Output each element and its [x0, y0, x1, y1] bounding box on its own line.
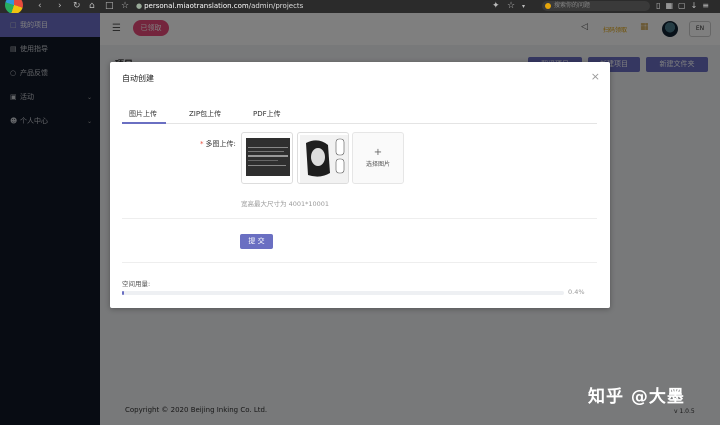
storage-progress-fill [122, 291, 124, 295]
tab-pdf-upload[interactable]: PDF上传 [253, 109, 281, 119]
multi-image-label: * 多图上传: [200, 140, 236, 148]
size-hint: 宽高最大尺寸为 4001*10001 [241, 200, 330, 208]
lock-icon: ● [136, 2, 143, 10]
submit-button[interactable]: 提 交 [240, 234, 273, 249]
upload-tabs: 图片上传 ZIP包上传 PDF上传 [122, 106, 597, 124]
plus-icon: + [373, 147, 383, 158]
dialog-title: 自动创建 [122, 74, 154, 83]
forward-icon[interactable]: › [58, 1, 62, 11]
browser-search-input[interactable]: 搜索你的问题 [542, 1, 650, 11]
home-icon[interactable]: ⌂ [89, 1, 95, 11]
extension-icon[interactable]: ✦ [492, 1, 500, 11]
address-bar[interactable]: ● personal.miaotranslation.com/admin/proj… [136, 1, 520, 11]
reload-icon[interactable]: ↻ [73, 1, 81, 11]
storage-progress-bar [122, 291, 564, 295]
uploaded-image-thumbnail[interactable] [297, 132, 349, 184]
active-tab-indicator [122, 122, 166, 124]
close-icon[interactable]: × [591, 70, 600, 83]
dropdown-icon[interactable]: ▾ [522, 3, 525, 10]
url-path: /admin/projects [248, 2, 304, 10]
watermark-text: 知乎 @大墨 [588, 387, 685, 407]
favorite-star-icon[interactable]: ☆ [507, 1, 515, 11]
url-host: personal.miaotranslation.com [144, 2, 249, 10]
reader-icon[interactable]: □ [105, 1, 114, 11]
storage-usage-label: 空间用量: [122, 280, 151, 288]
back-icon[interactable]: ‹ [38, 1, 42, 11]
auto-create-dialog: 自动创建 × 图片上传 ZIP包上传 PDF上传 * 多图上传: + 选择图片 宽… [110, 62, 610, 308]
tab-zip-upload[interactable]: ZIP包上传 [189, 109, 221, 119]
browser-toolbar: ‹ › ↻ ⌂ □ ☆ ● personal.miaotranslation.co… [0, 0, 720, 14]
uploaded-image-thumbnail[interactable] [241, 132, 293, 184]
browser-extension-icons[interactable]: ▯▦▢↓≡ [656, 1, 714, 10]
divider [122, 262, 597, 263]
bookmark-star-icon[interactable]: ☆ [121, 1, 129, 11]
select-image-button[interactable]: + 选择图片 [352, 132, 404, 184]
tab-image-upload[interactable]: 图片上传 [129, 109, 157, 119]
search-engine-icon [545, 3, 551, 9]
browser-logo-icon [5, 0, 23, 14]
storage-percent: 0.4% [568, 288, 585, 296]
divider [122, 218, 597, 219]
